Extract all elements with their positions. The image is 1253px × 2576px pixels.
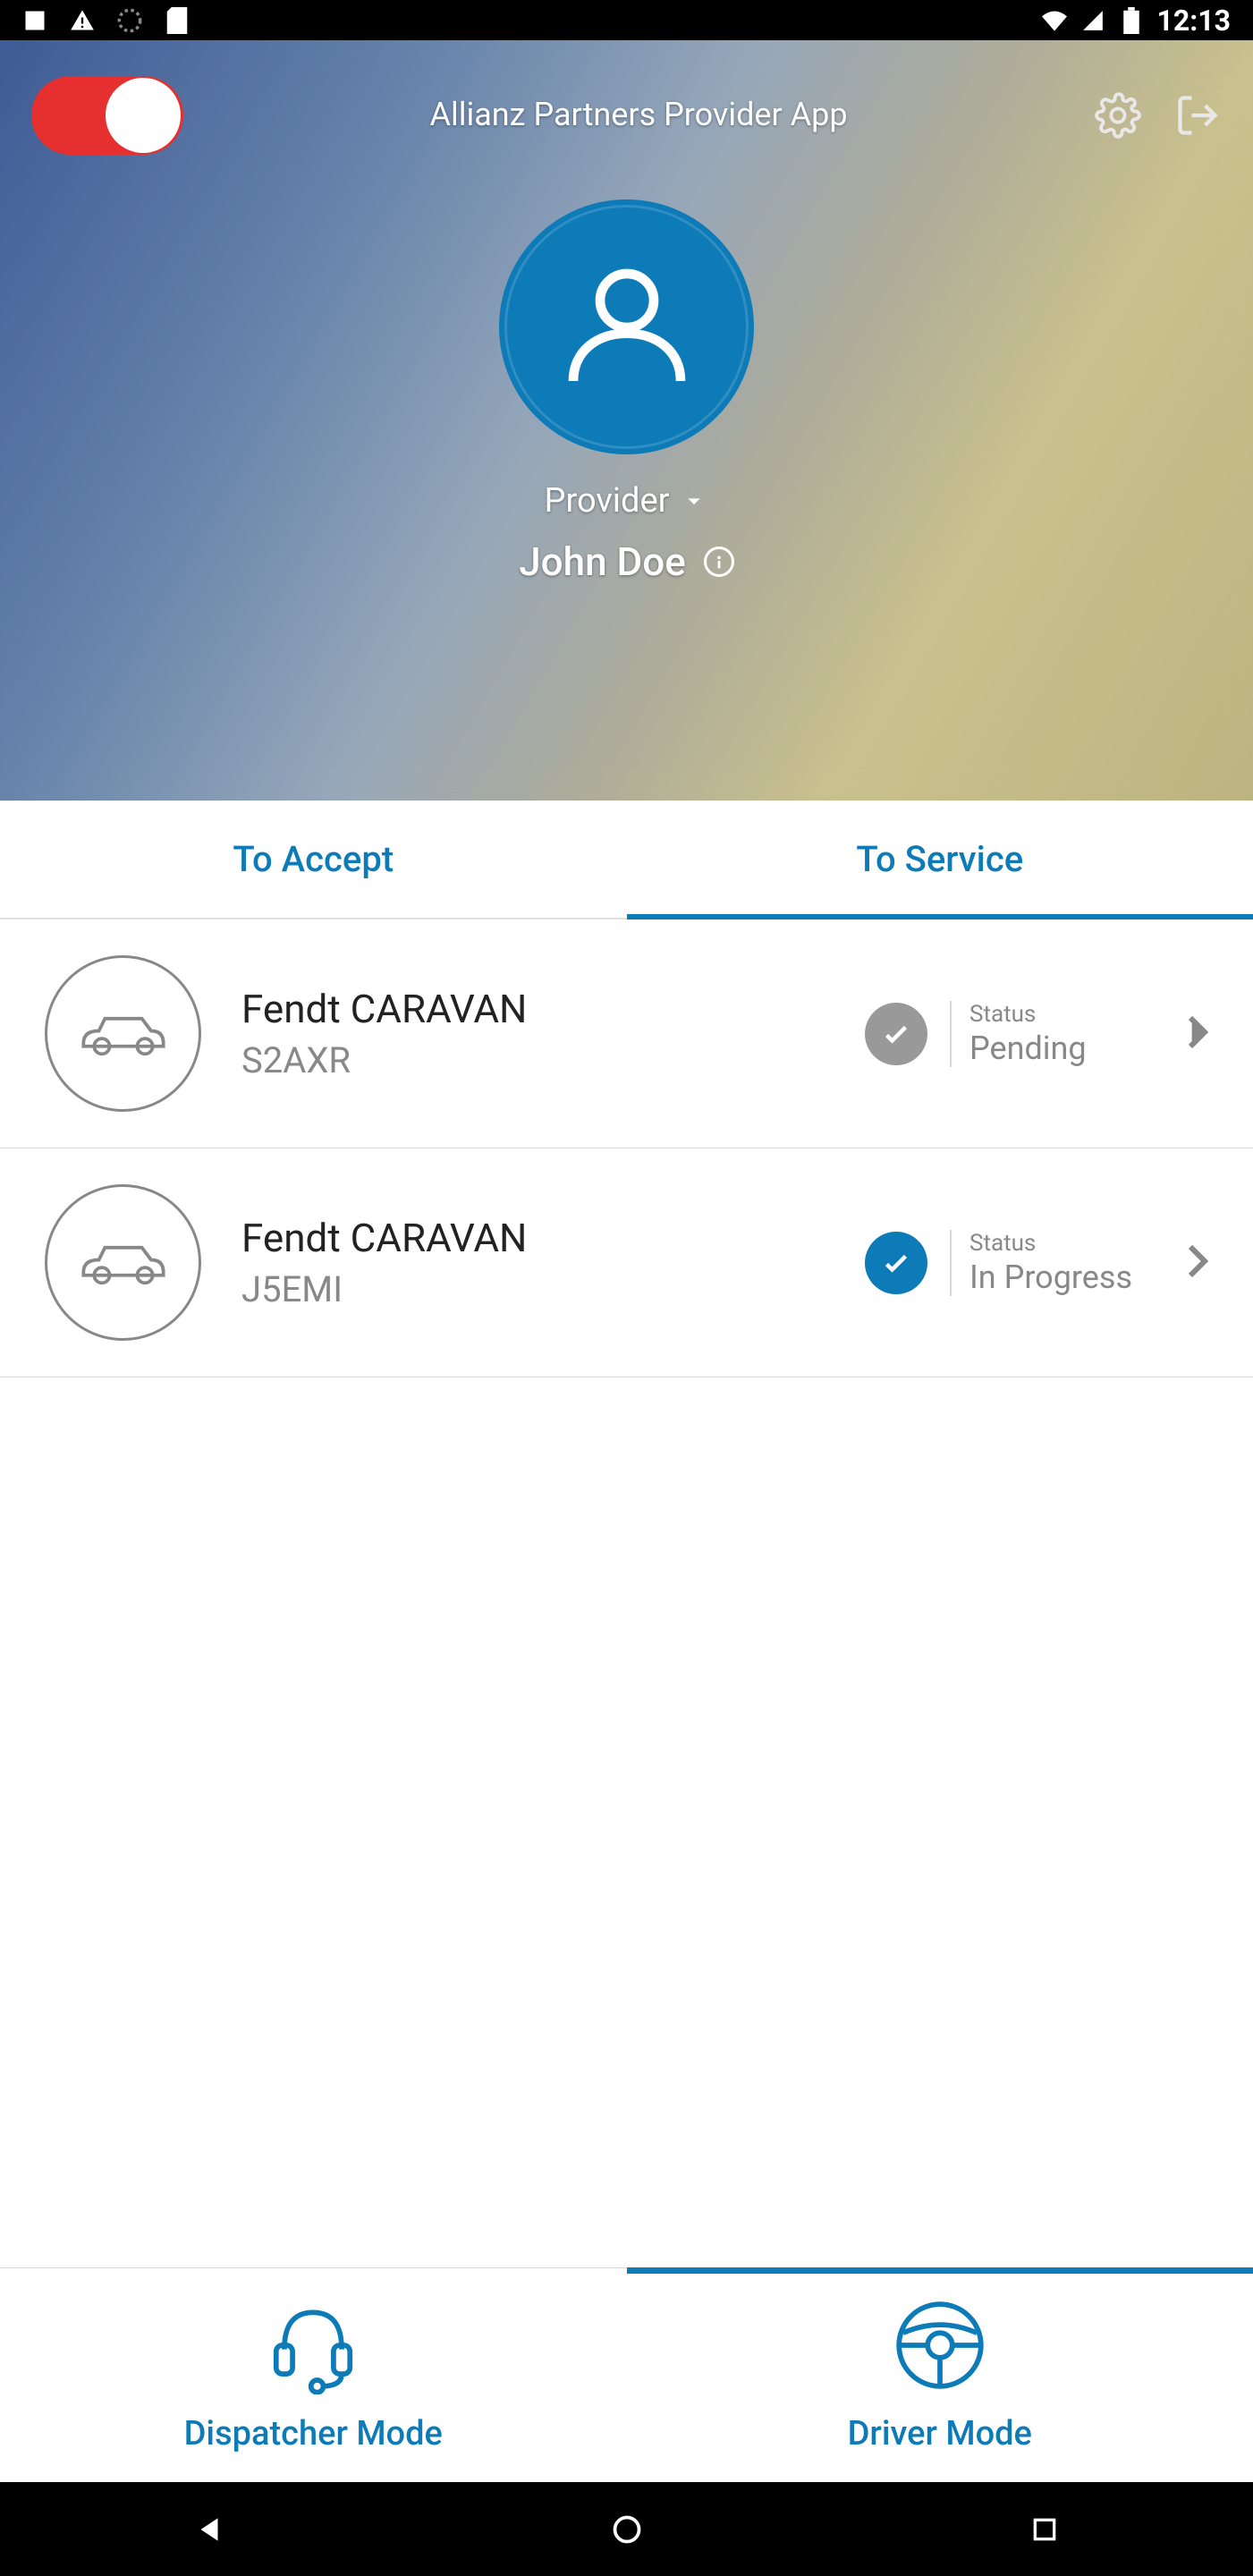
- status-value: In Progress: [969, 1258, 1147, 1296]
- profile-section: Provider John Doe: [0, 199, 1253, 585]
- signal-icon: [1080, 8, 1105, 33]
- user-name: John Doe: [519, 538, 686, 585]
- vehicle-name: Fendt CARAVAN: [241, 986, 825, 1032]
- settings-button[interactable]: [1094, 91, 1142, 140]
- top-bar: Allianz Partners Provider App: [0, 40, 1253, 155]
- list-item[interactable]: Fendt CARAVAN S2AXR Status Pending: [0, 919, 1253, 1148]
- vehicle-icon-wrap: [45, 955, 201, 1112]
- status-column: Status In Progress: [865, 1230, 1147, 1296]
- warning-icon: [70, 8, 95, 33]
- triangle-back-icon: [192, 2512, 226, 2546]
- status-text: Status In Progress: [950, 1230, 1147, 1296]
- status-text: Status Pending: [950, 1001, 1147, 1067]
- role-selector[interactable]: Provider: [545, 481, 709, 521]
- square-recent-icon: [1030, 2515, 1059, 2544]
- header-section: Allianz Partners Provider App: [0, 40, 1253, 801]
- avatar[interactable]: [499, 199, 754, 454]
- sd-card-icon: [165, 8, 190, 33]
- app-notification-icon: [22, 8, 47, 33]
- chevron-down-icon: [680, 487, 708, 515]
- status-check-circle: [865, 1232, 927, 1294]
- status-value: Pending: [969, 1030, 1147, 1067]
- vehicle-name: Fendt CARAVAN: [241, 1215, 825, 1261]
- vehicle-info: Fendt CARAVAN J5EMI: [241, 1215, 825, 1310]
- app-content: Allianz Partners Provider App: [0, 40, 1253, 2482]
- logout-button[interactable]: [1173, 91, 1222, 140]
- wifi-icon: [1042, 8, 1067, 33]
- status-check-circle: [865, 1003, 927, 1065]
- android-nav-bar: [0, 2482, 1253, 2576]
- status-time: 12:13: [1157, 4, 1231, 38]
- availability-toggle[interactable]: [31, 76, 183, 155]
- app-title: Allianz Partners Provider App: [183, 96, 1094, 134]
- headset-icon: [262, 2293, 365, 2396]
- steering-wheel-icon: [888, 2293, 991, 2396]
- gear-icon: [1095, 92, 1141, 139]
- vehicle-code: S2AXR: [241, 1039, 825, 1081]
- logout-icon: [1174, 92, 1221, 139]
- dispatcher-label: Dispatcher Mode: [184, 2414, 443, 2453]
- info-icon: [709, 552, 729, 572]
- battery-icon: [1119, 8, 1144, 33]
- list-item[interactable]: Fendt CARAVAN J5EMI Status In Progress: [0, 1148, 1253, 1377]
- car-icon: [74, 1007, 173, 1061]
- vehicle-icon-wrap: [45, 1184, 201, 1341]
- driver-label: Driver Mode: [848, 2414, 1032, 2453]
- circle-home-icon: [611, 2513, 643, 2546]
- chevron-right-icon: [1187, 1014, 1208, 1054]
- nav-home-button[interactable]: [605, 2508, 648, 2551]
- android-status-bar: 12:13: [0, 0, 1253, 40]
- chevron-right-icon: [1187, 1243, 1208, 1283]
- info-button[interactable]: [704, 547, 734, 577]
- person-icon: [555, 256, 698, 399]
- car-icon: [74, 1236, 173, 1290]
- service-list: Fendt CARAVAN S2AXR Status Pending: [0, 919, 1253, 1377]
- check-icon: [880, 1018, 912, 1050]
- tab-to-accept[interactable]: To Accept: [0, 801, 627, 918]
- mode-tabs: Dispatcher Mode Driver Mode: [0, 2267, 1253, 2482]
- status-label: Status: [969, 1001, 1147, 1028]
- vehicle-info: Fendt CARAVAN S2AXR: [241, 986, 825, 1081]
- status-label: Status: [969, 1230, 1147, 1257]
- role-label: Provider: [545, 481, 670, 521]
- nav-recent-button[interactable]: [1023, 2508, 1066, 2551]
- status-column: Status Pending: [865, 1001, 1147, 1067]
- sync-icon: [117, 8, 142, 33]
- service-tabs: To Accept To Service: [0, 801, 1253, 919]
- nav-back-button[interactable]: [188, 2508, 231, 2551]
- status-right-icons: 12:13: [1042, 4, 1231, 38]
- check-icon: [880, 1247, 912, 1279]
- content-spacer: [0, 1377, 1253, 2267]
- header-actions: [1094, 91, 1222, 140]
- tab-to-service[interactable]: To Service: [627, 801, 1253, 918]
- toggle-knob: [106, 78, 181, 153]
- vehicle-code: J5EMI: [241, 1268, 825, 1310]
- user-name-row: John Doe: [519, 538, 734, 585]
- tab-driver-mode[interactable]: Driver Mode: [627, 2268, 1253, 2482]
- status-left-icons: [22, 8, 190, 33]
- tab-dispatcher-mode[interactable]: Dispatcher Mode: [0, 2268, 627, 2482]
